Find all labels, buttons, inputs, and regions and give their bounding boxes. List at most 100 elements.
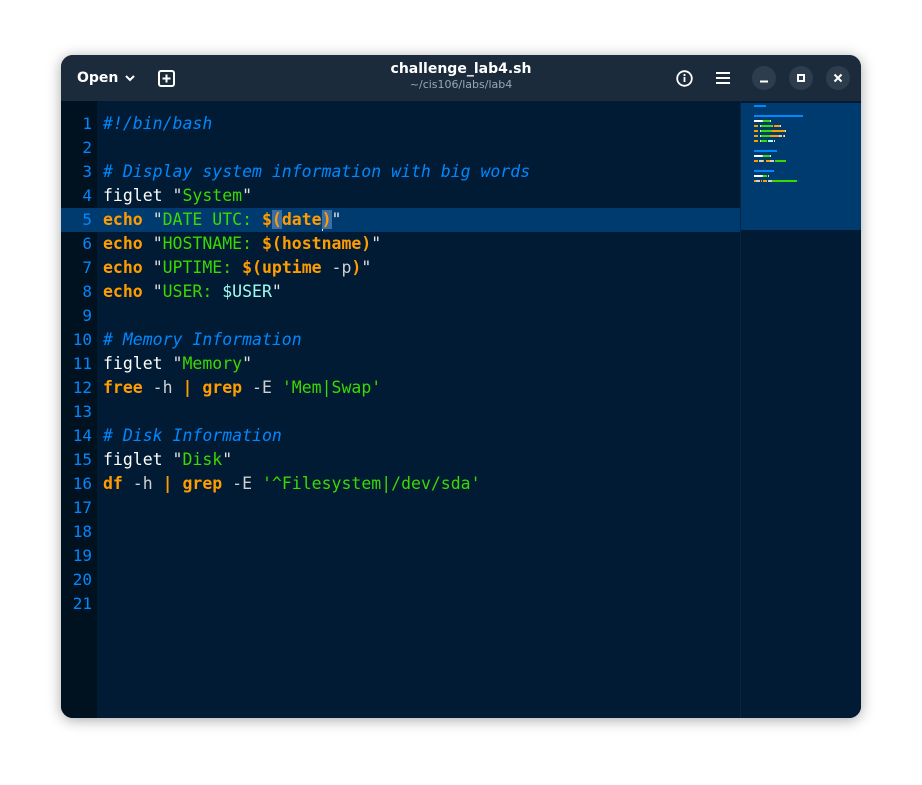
code-view[interactable]: 1 #!/bin/bash 2 3 # Display system informati… (61, 112, 740, 616)
token-quote: " (222, 450, 233, 469)
close-button[interactable] (826, 66, 850, 90)
token-kw: grep (202, 378, 243, 397)
document-info-button[interactable] (671, 65, 697, 91)
token-str: System (182, 186, 243, 205)
code-line[interactable]: 5 echo "DATE UTC: $(date)" (61, 208, 740, 232)
file-name: challenge_lab4.sh (390, 61, 532, 77)
token-comment: #!/bin/bash (103, 114, 213, 133)
line-number: 19 (72, 546, 92, 565)
minimap-mark (754, 170, 775, 172)
line-text: df -h | grep -E '^Filesystem|/dev/sda' (103, 472, 481, 496)
token-str: 'Mem|Swap' (281, 378, 382, 397)
minimap-mark (767, 140, 774, 142)
code-line[interactable]: 21 (61, 592, 740, 616)
minimap-mark (780, 125, 782, 127)
minimap-viewport[interactable] (741, 103, 861, 230)
minimap-mark (772, 180, 798, 182)
line-number: 9 (82, 306, 92, 325)
minimize-button[interactable] (752, 66, 776, 90)
code-line[interactable]: 6 echo "HOSTNAME: $(hostname)" (61, 232, 740, 256)
code-line[interactable]: 2 (61, 136, 740, 160)
line-number: 1 (82, 114, 92, 133)
minimap-mark (754, 115, 803, 117)
minimap-mark (758, 160, 763, 162)
token-var: $USER (222, 282, 272, 301)
code-line[interactable]: 11 figlet "Memory" (61, 352, 740, 376)
token-kw: ) (351, 258, 362, 277)
code-line[interactable]: 18 (61, 520, 740, 544)
code-line[interactable]: 13 (61, 400, 740, 424)
code-line[interactable]: 4 figlet "System" (61, 184, 740, 208)
line-number: 21 (72, 594, 92, 613)
token-str: '^Filesystem|/dev/sda' (262, 474, 481, 493)
close-icon (833, 73, 843, 83)
minimap-mark (754, 160, 759, 162)
code-line[interactable]: 14 # Disk Information (61, 424, 740, 448)
line-number: 14 (72, 426, 92, 445)
new-tab-icon (157, 69, 175, 87)
maximize-button[interactable] (789, 66, 813, 90)
line-text: figlet "System" (103, 184, 252, 208)
line-text: # Display system information with big wo… (103, 160, 530, 184)
line-text: # Disk Information (103, 424, 282, 448)
editor-area[interactable]: 1 #!/bin/bash 2 3 # Display system informati… (61, 101, 861, 718)
line-number: 4 (82, 186, 92, 205)
line-text: free -h | grep -E 'Mem|Swap' (103, 376, 381, 400)
code-line[interactable]: 7 echo "UPTIME: $(uptime -p)" (61, 256, 740, 280)
main-menu-button[interactable] (710, 65, 736, 91)
bracket-match: ( (271, 210, 282, 229)
code-line[interactable]: 17 (61, 496, 740, 520)
line-text: #!/bin/bash (103, 112, 212, 136)
minimap-mark (754, 135, 759, 137)
code-line[interactable]: 1 #!/bin/bash (61, 112, 740, 136)
token-plain: figlet (103, 186, 173, 205)
token-quote: " (242, 354, 253, 373)
code-line[interactable]: 9 (61, 304, 740, 328)
line-number: 13 (72, 402, 92, 421)
code-line[interactable]: 16 df -h | grep -E '^Filesystem|/dev/sda' (61, 472, 740, 496)
code-line[interactable]: 8 echo "USER: $USER" (61, 280, 740, 304)
minimap-mark (754, 125, 759, 127)
token-opt: -p (321, 258, 352, 277)
maximize-icon (797, 74, 805, 82)
token-opt: -E (242, 378, 282, 397)
token-plain: figlet (103, 450, 173, 469)
token-quote: " (152, 234, 163, 253)
token-opt: -E (222, 474, 262, 493)
new-tab-button[interactable] (153, 65, 179, 91)
open-label: Open (77, 70, 119, 86)
code-line[interactable]: 10 # Memory Information (61, 328, 740, 352)
info-icon (675, 69, 693, 87)
token-quote: " (361, 258, 372, 277)
token-quote: " (172, 450, 183, 469)
line-number: 7 (82, 258, 92, 277)
open-button[interactable]: Open (69, 63, 144, 93)
token-str: UPTIME: (162, 258, 243, 277)
line-number: 16 (72, 474, 92, 493)
minimap-mark (763, 120, 770, 122)
token-opt: -h (122, 474, 163, 493)
line-number: 18 (72, 522, 92, 541)
minimap-mark (774, 125, 779, 127)
line-number: 20 (72, 570, 92, 589)
token-str: Memory (182, 354, 243, 373)
code-line[interactable]: 3 # Display system information with big w… (61, 160, 740, 184)
minimap-mark (763, 175, 768, 177)
line-number: 15 (72, 450, 92, 469)
minimap-mark (760, 125, 772, 127)
token-quote: " (172, 186, 183, 205)
code-line[interactable]: 20 (61, 568, 740, 592)
chevron-down-icon (125, 75, 136, 82)
minimap[interactable] (740, 101, 861, 718)
line-number: 3 (82, 162, 92, 181)
minimap-mark (767, 180, 772, 182)
code-line[interactable]: 15 figlet "Disk" (61, 448, 740, 472)
minimize-icon (760, 80, 768, 83)
code-line[interactable]: 19 (61, 544, 740, 568)
line-number: 10 (72, 330, 92, 349)
code-line[interactable]: 12 free -h | grep -E 'Mem|Swap' (61, 376, 740, 400)
token-str: DATE UTC: (162, 210, 262, 229)
